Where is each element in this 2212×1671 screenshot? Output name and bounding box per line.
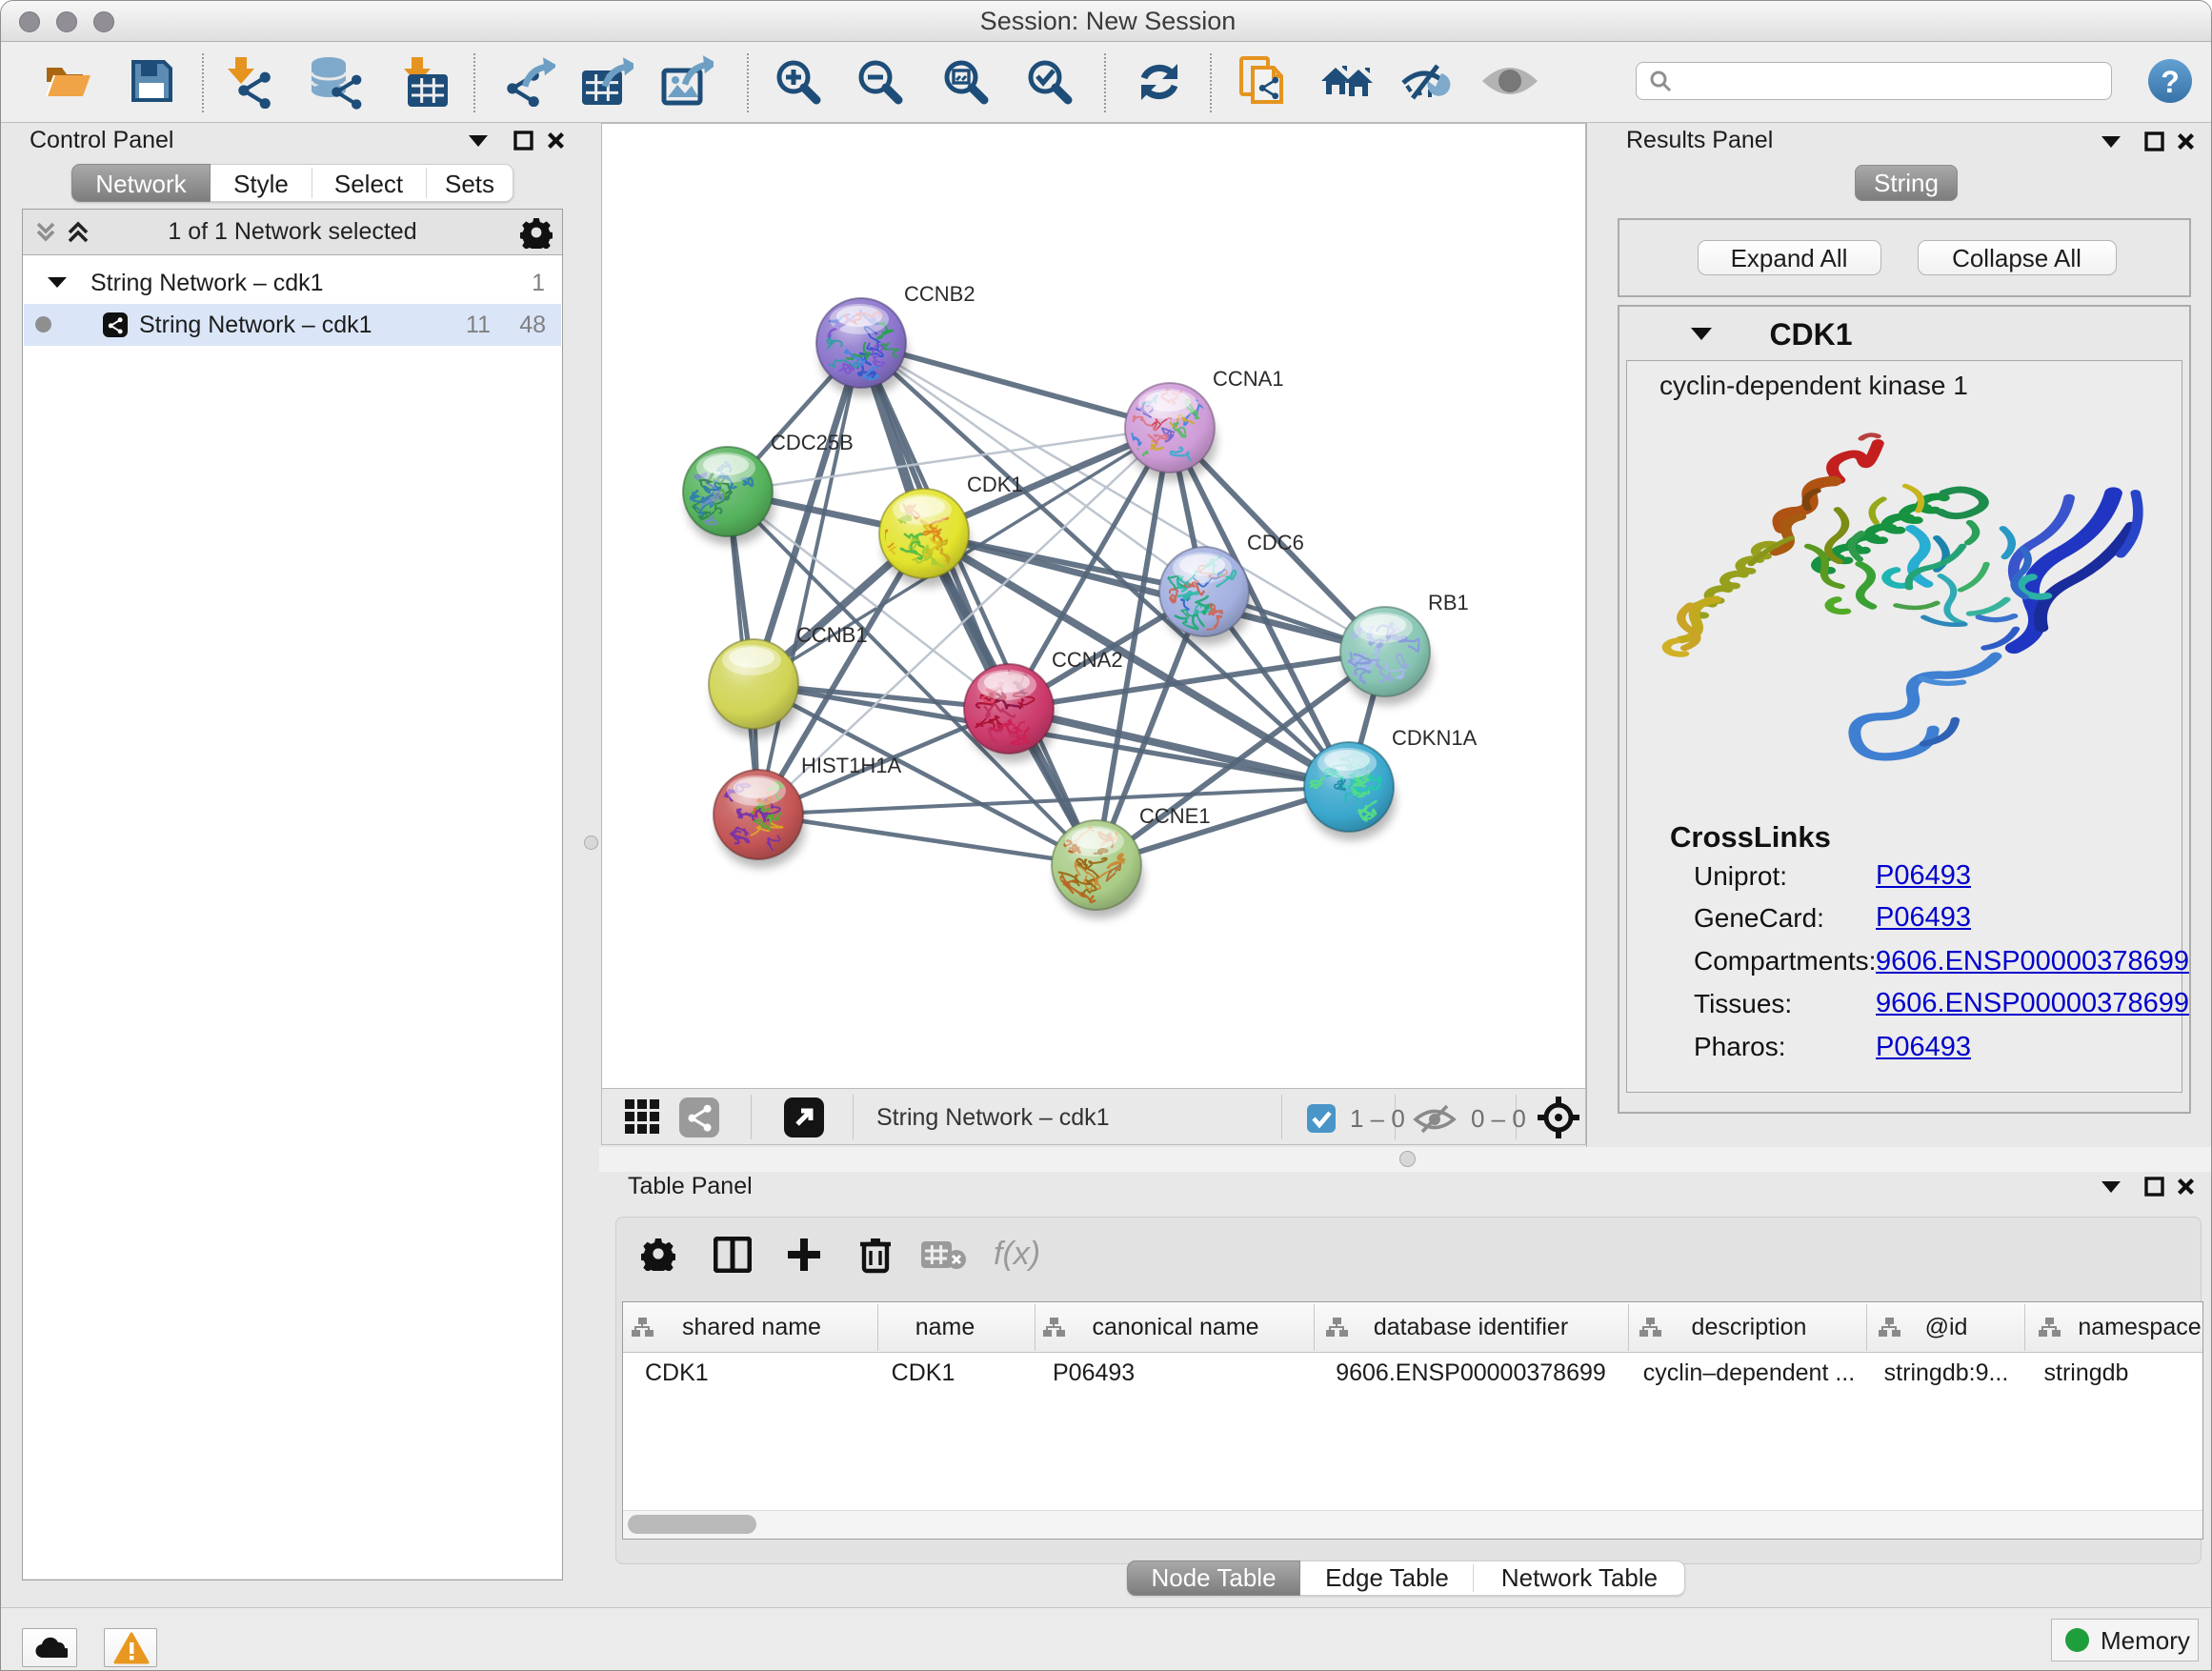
- svg-text:CCNB2: CCNB2: [904, 282, 975, 306]
- svg-text:RB1: RB1: [1428, 591, 1469, 614]
- svg-text:CCNA2: CCNA2: [1052, 648, 1123, 672]
- svg-text:CDK1: CDK1: [967, 473, 1023, 496]
- svg-text:CDKN1A: CDKN1A: [1392, 726, 1478, 750]
- svg-text:CDC6: CDC6: [1247, 531, 1304, 554]
- svg-text:CCNE1: CCNE1: [1139, 804, 1211, 828]
- svg-text:HIST1H1A: HIST1H1A: [801, 754, 901, 777]
- svg-text:CDC25B: CDC25B: [771, 431, 854, 454]
- svg-text:CCNA1: CCNA1: [1213, 367, 1284, 391]
- svg-text:CCNB1: CCNB1: [796, 623, 868, 647]
